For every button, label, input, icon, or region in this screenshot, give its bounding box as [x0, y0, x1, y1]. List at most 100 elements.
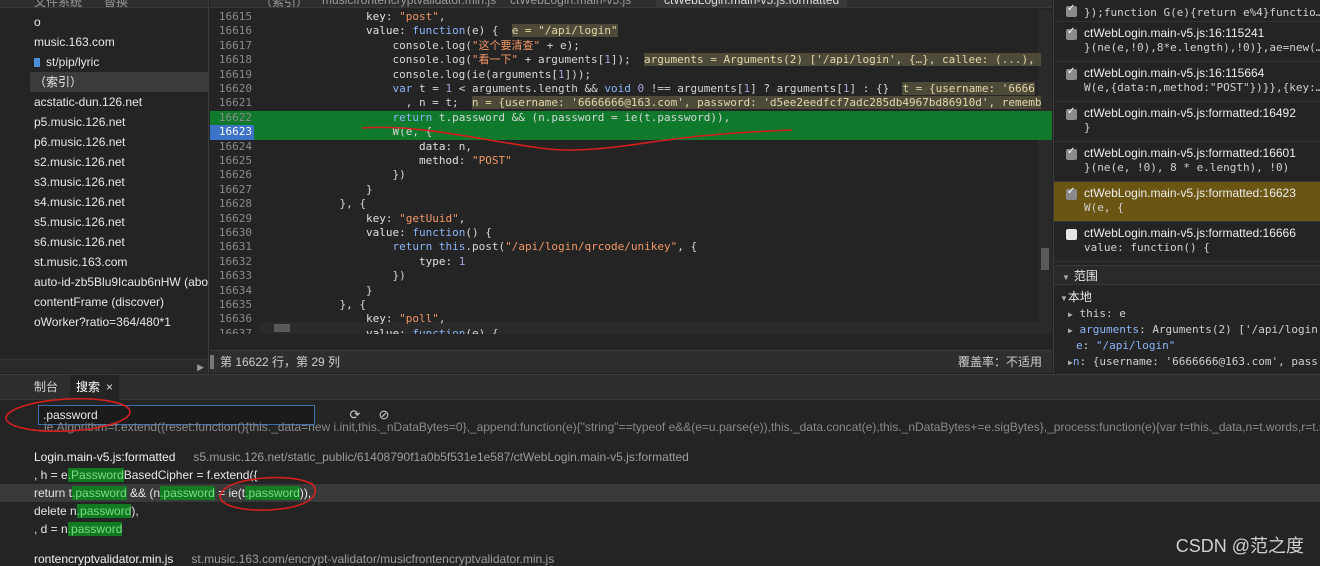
breakpoint-checkbox[interactable] — [1066, 146, 1077, 160]
line-number[interactable]: 16637 — [210, 327, 252, 334]
search-result-line[interactable]: , h = e.PasswordBasedCipher = f.extend({ — [0, 466, 1320, 484]
code-line[interactable]: 16636 key: "poll", — [210, 312, 1052, 326]
code-line[interactable]: 16616 value: function(e) { e = "/api/log… — [210, 24, 1052, 38]
editor-tab[interactable]: ctWebLogin.main-v5.js — [510, 0, 631, 7]
breakpoint-checkbox[interactable] — [1066, 26, 1077, 40]
line-number[interactable]: 16633 — [210, 269, 252, 283]
search-result-line[interactable]: return t.password && (n.password = ie(t.… — [0, 484, 1320, 502]
breakpoint-item[interactable]: ctWebLogin.main-v5.js:16:115241}(ne(e,!0… — [1054, 22, 1320, 62]
tree-item[interactable]: contentFrame (discover) — [34, 292, 208, 312]
code-line[interactable]: 16627 } — [210, 183, 1052, 197]
code-line[interactable]: 16628 }, { — [210, 197, 1052, 211]
breakpoint-item[interactable]: ctWebLogin.main-v5.js:formatted:16492} — [1054, 102, 1320, 142]
code-line[interactable]: 16618 console.log("看一下" + arguments[1]);… — [210, 53, 1052, 67]
line-number[interactable]: 16628 — [210, 197, 252, 211]
breakpoint-checkbox[interactable] — [1066, 106, 1077, 120]
navigator-scrollbar[interactable]: ▶ — [0, 359, 208, 373]
breakpoint-item[interactable]: ctWebLogin.main-v5.js:formatted:16666 val… — [1054, 222, 1320, 262]
code-line[interactable]: 16633 }) — [210, 269, 1052, 283]
search-result-file[interactable]: Login.main-v5.js:formatted s5.music.126.n… — [0, 448, 1320, 466]
expand-arrow-icon[interactable]: ▶ — [1068, 310, 1073, 319]
code-line[interactable]: 16622 return t.password && (n.password =… — [210, 110, 1052, 126]
search-result-line[interactable]: , d = n.password — [0, 520, 1320, 538]
code-line[interactable]: 16635 }, { — [210, 298, 1052, 312]
drawer-tab[interactable]: 搜索 × — [70, 375, 120, 400]
tree-item[interactable]: p6.music.126.net — [34, 132, 208, 152]
scope-var-this[interactable]: ▶ this: e — [1054, 306, 1320, 322]
line-number[interactable]: 16615 — [210, 10, 252, 24]
scope-var-e[interactable]: e: "/api/login" — [1054, 338, 1320, 354]
code-line[interactable]: 16626 }) — [210, 168, 1052, 182]
tree-item[interactable]: music.163.com — [34, 32, 208, 52]
scope-local[interactable]: ▼本地 — [1054, 289, 1320, 305]
scope-header[interactable]: ▼ 范围 — [1054, 265, 1320, 285]
line-number[interactable]: 16621 — [210, 96, 252, 110]
code-line[interactable]: 16631 return this.post("/api/login/qrcod… — [210, 240, 1052, 254]
code-line[interactable]: 16619 console.log(ie(arguments[1])); — [210, 68, 1052, 82]
tree-item[interactable]: oWorker?ratio=364/480*1 — [34, 312, 208, 332]
tree-item[interactable]: auto-id-zb5Blu9Icaub6nHW (abo — [34, 272, 208, 292]
code-line[interactable]: 16620 var t = 1 < arguments.length && vo… — [210, 82, 1052, 96]
expand-arrow-icon[interactable]: ▼ — [1060, 294, 1068, 303]
breakpoint-checkbox[interactable] — [1066, 229, 1077, 240]
code-line[interactable]: 16625 method: "POST" — [210, 154, 1052, 168]
tab-overrides[interactable]: 替换 — [104, 0, 128, 7]
line-number[interactable]: 16616 — [210, 24, 252, 38]
code-line[interactable]: 16623 W(e, { — [210, 125, 1052, 140]
line-number[interactable]: 16626 — [210, 168, 252, 182]
scope-var-arguments[interactable]: ▶ arguments: Arguments(2) ['/api/login' — [1054, 322, 1320, 338]
line-number[interactable]: 16634 — [210, 284, 252, 298]
tree-item[interactable]: s5.music.126.net — [34, 212, 208, 232]
breakpoint-item[interactable]: });function G(e){return e%4}functio… — [1054, 0, 1320, 22]
code-line[interactable]: 16615 key: "post", — [210, 10, 1052, 24]
line-number[interactable]: 16630 — [210, 226, 252, 240]
search-result-file[interactable]: rontencryptvalidator.min.js st.music.163.… — [0, 550, 1320, 566]
breakpoint-checkbox[interactable] — [1066, 186, 1077, 200]
search-result-line[interactable]: ...ie.Algorithm=f.extend({reset:function… — [0, 418, 1320, 436]
editor-tab[interactable]: musicfrontencryptvalidator.min.js — [322, 0, 496, 7]
line-number[interactable]: 16617 — [210, 39, 252, 53]
code-line[interactable]: 16624 data: n, — [210, 140, 1052, 154]
tree-item[interactable]: o — [34, 12, 208, 32]
line-number[interactable]: 16622 — [210, 111, 252, 125]
line-number[interactable]: 16624 — [210, 140, 252, 154]
tree-item[interactable]: （索引） — [30, 72, 208, 92]
code-line[interactable]: 16629 key: "getUuid", — [210, 212, 1052, 226]
breakpoint-item[interactable]: ctWebLogin.main-v5.js:formatted:16601}(n… — [1054, 142, 1320, 182]
scroll-right-icon[interactable]: ▶ — [197, 360, 204, 373]
drawer-tab[interactable]: 制台 — [34, 375, 58, 400]
tree-item[interactable]: s4.music.126.net — [34, 192, 208, 212]
line-number[interactable]: 16635 — [210, 298, 252, 312]
code-line[interactable]: 16630 value: function() { — [210, 226, 1052, 240]
breakpoint-checkbox[interactable] — [1066, 66, 1077, 80]
code-line[interactable]: 16634 } — [210, 284, 1052, 298]
line-number[interactable]: 16620 — [210, 82, 252, 96]
breakpoint-item[interactable]: ctWebLogin.main-v5.js:16:115664W(e,{data… — [1054, 62, 1320, 102]
breakpoint-checkbox[interactable] — [1066, 3, 1077, 17]
tab-filesystem[interactable]: 文件系统 — [34, 0, 82, 7]
tree-item[interactable]: st/pip/lyric — [34, 52, 208, 72]
tree-item[interactable]: s2.music.126.net — [34, 152, 208, 172]
line-number[interactable]: 16618 — [210, 53, 252, 67]
code-line[interactable]: 16637 value: function(e) { — [210, 327, 1052, 334]
scope-var-n[interactable]: ▶n: {username: '6666666@163.com', pass — [1054, 354, 1320, 370]
tree-item[interactable]: s3.music.126.net — [34, 172, 208, 192]
tree-item[interactable]: s6.music.126.net — [34, 232, 208, 252]
tree-item[interactable]: st.music.163.com — [34, 252, 208, 272]
editor-tab[interactable]: （索引） — [260, 0, 308, 7]
editor-tab[interactable]: ctWebLogin.main-v5.js:formatted — [656, 0, 848, 7]
code-line[interactable]: 16632 type: 1 — [210, 255, 1052, 269]
breakpoint-item[interactable]: ctWebLogin.main-v5.js:formatted:16623W(e… — [1054, 182, 1320, 222]
breakpoint-line-number[interactable]: 16623 — [210, 125, 254, 140]
line-number[interactable]: 16631 — [210, 240, 252, 254]
line-number[interactable]: 16619 — [210, 68, 252, 82]
line-number[interactable]: 16636 — [210, 312, 252, 326]
line-number[interactable]: 16625 — [210, 154, 252, 168]
code-view[interactable]: 16615 key: "post", 16616 value: function(… — [210, 10, 1052, 334]
search-result-line[interactable]: delete n.password), — [0, 502, 1320, 520]
expand-arrow-icon[interactable]: ▼ — [1062, 273, 1070, 282]
code-line[interactable]: 16621 , n = t; n = {username: '6666666@1… — [210, 96, 1052, 110]
line-number[interactable]: 16627 — [210, 183, 252, 197]
tree-item[interactable]: p5.music.126.net — [34, 112, 208, 132]
line-number[interactable]: 16632 — [210, 255, 252, 269]
